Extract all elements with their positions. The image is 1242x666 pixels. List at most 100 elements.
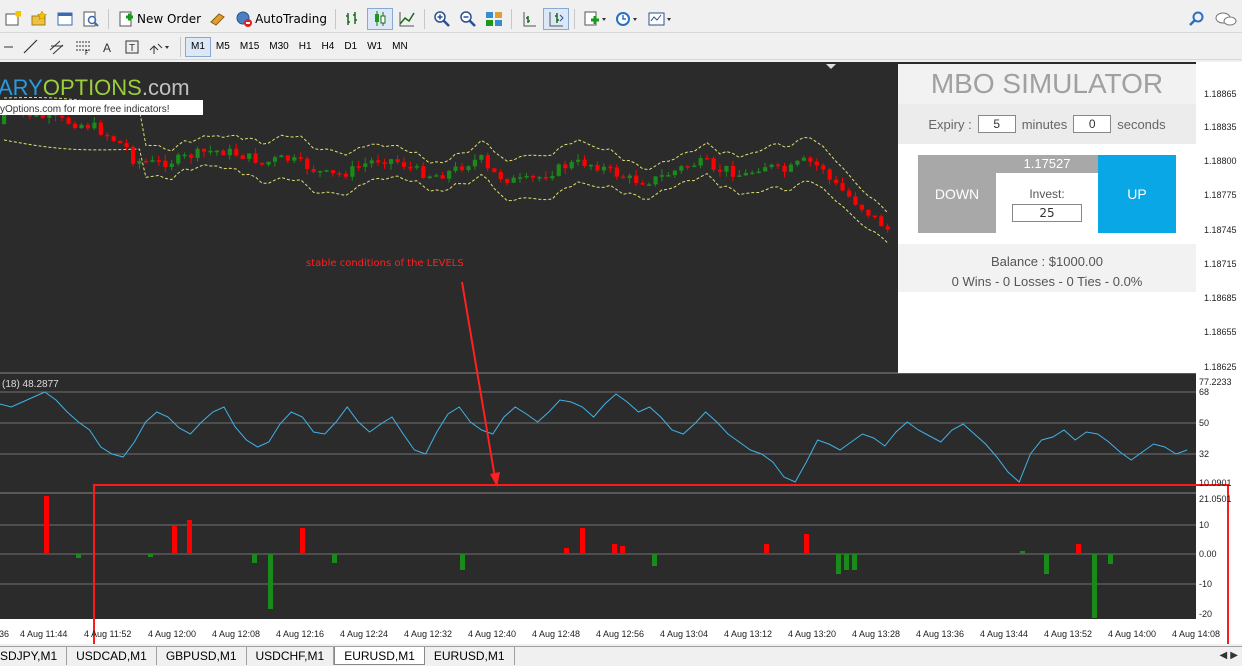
- up-button[interactable]: UP: [1098, 155, 1176, 233]
- channel-button[interactable]: [45, 36, 69, 58]
- candle-body: [79, 124, 84, 129]
- candle-body: [318, 171, 323, 173]
- timeframe-h4[interactable]: H4: [317, 37, 340, 57]
- time-tick-label: 4 Aug 12:32: [404, 629, 452, 639]
- timeframe-h1[interactable]: H1: [294, 37, 317, 57]
- time-tick-label: 4 Aug 14:08: [1172, 629, 1220, 639]
- profiles-button[interactable]: [27, 8, 51, 30]
- zoom-in-button[interactable]: [430, 8, 454, 30]
- candle-body: [711, 158, 716, 170]
- periods-button[interactable]: [612, 8, 642, 30]
- timeframe-d1[interactable]: D1: [339, 37, 362, 57]
- histogram-bar: [172, 526, 177, 554]
- candle-body: [111, 136, 116, 141]
- trendline-button[interactable]: [19, 36, 43, 58]
- candle-body: [750, 172, 755, 175]
- tab-usdcad[interactable]: USDCAD,M1: [67, 647, 157, 665]
- market-watch-button[interactable]: [53, 8, 77, 30]
- time-tick-label: 4 Aug 11:52: [84, 629, 131, 639]
- time-tick-label: 4 Aug 14:00: [1108, 629, 1156, 639]
- histogram-bar: [300, 528, 305, 554]
- watermark-part1: ARY: [0, 75, 43, 100]
- templates-button[interactable]: [644, 8, 676, 30]
- text-button[interactable]: A: [97, 36, 119, 58]
- line-chart-button[interactable]: [395, 8, 419, 30]
- timeframe-m30[interactable]: M30: [264, 37, 293, 57]
- timeframe-mn[interactable]: MN: [387, 37, 413, 57]
- search-button[interactable]: [1185, 8, 1209, 30]
- time-tick-label: 4 Aug 12:48: [532, 629, 580, 639]
- candle-body: [453, 166, 458, 171]
- search-icon: [1189, 11, 1204, 26]
- candle-body: [743, 172, 748, 176]
- candle-body: [201, 148, 207, 152]
- candle-body: [60, 115, 65, 118]
- toolbar-separator: [423, 8, 425, 29]
- candle-body: [530, 175, 536, 178]
- watermark-part2: OPTIONS: [43, 75, 142, 100]
- tab-usdjpy[interactable]: SDJPY,M1: [0, 647, 68, 665]
- timeframe-m1[interactable]: M1: [185, 36, 211, 57]
- candle-body: [118, 140, 123, 144]
- bar-chart-button[interactable]: [341, 8, 365, 30]
- tab-eurusd[interactable]: EURUSD,M1: [425, 647, 515, 665]
- horizontal-line-icon: [4, 46, 13, 47]
- candle-body: [176, 154, 181, 164]
- candle-body: [363, 163, 368, 167]
- timeframe-m5[interactable]: M5: [211, 37, 235, 57]
- candle-body: [395, 159, 400, 163]
- histogram-bars: [44, 496, 1113, 618]
- tab-usdchf[interactable]: USDCHF,M1: [247, 647, 335, 665]
- expiry-seconds-input[interactable]: 0: [1073, 115, 1112, 133]
- timeframe-m15[interactable]: M15: [235, 37, 264, 57]
- candle-body: [814, 161, 819, 166]
- down-button[interactable]: DOWN: [918, 155, 996, 233]
- candle-body: [466, 166, 471, 171]
- autoscroll-button[interactable]: [542, 7, 569, 30]
- zoom-out-button[interactable]: [456, 8, 480, 30]
- timeframe-w1[interactable]: W1: [362, 37, 387, 57]
- tab-gbpusd[interactable]: GBPUSD,M1: [157, 647, 247, 665]
- fibonacci-icon: F: [76, 41, 90, 56]
- invest-input[interactable]: 25: [1012, 204, 1082, 222]
- metaeditor-button[interactable]: [206, 8, 230, 30]
- candle-body: [872, 215, 877, 218]
- candle-body: [763, 167, 768, 172]
- candle-body: [756, 171, 761, 174]
- histogram-bar: [1108, 554, 1113, 564]
- tab-scroll-arrows[interactable]: ◀ ▶: [1219, 650, 1238, 661]
- candlestick-button[interactable]: [366, 7, 393, 30]
- clock-icon: [615, 11, 637, 26]
- new-chart-button[interactable]: [1, 8, 25, 30]
- candle-body: [66, 117, 71, 124]
- zoom-in-icon: [434, 10, 450, 27]
- candle-body: [421, 166, 426, 179]
- histogram-bar: [1076, 544, 1081, 554]
- price-tick-label: 1.18865: [1204, 89, 1237, 99]
- fibonacci-button[interactable]: F: [71, 36, 95, 58]
- candle-body: [272, 157, 278, 162]
- data-window-button[interactable]: [79, 8, 103, 30]
- hline-button[interactable]: [1, 36, 17, 58]
- indicator2-tick-label: 21.0501: [1199, 494, 1232, 504]
- new-order-button[interactable]: New Order: [114, 8, 204, 30]
- candle-body: [498, 172, 503, 179]
- time-tick-label: 4 Aug 13:04: [660, 629, 708, 639]
- arrows-button[interactable]: [145, 36, 175, 58]
- tab-eurusd-active[interactable]: EURUSD,M1: [334, 647, 425, 665]
- chart-shift-marker[interactable]: [826, 64, 836, 69]
- seconds-label: seconds: [1117, 116, 1166, 132]
- expiry-minutes-input[interactable]: 5: [977, 115, 1016, 133]
- autotrading-button[interactable]: AutoTrading: [232, 8, 330, 30]
- chart-tabs: SDJPY,M1 USDCAD,M1 GBPUSD,M1 USDCHF,M1 E…: [0, 646, 1242, 666]
- chat-button[interactable]: [1211, 8, 1241, 30]
- candle-body: [608, 166, 613, 169]
- tile-windows-button[interactable]: [482, 8, 506, 30]
- chart-shift-button[interactable]: [517, 8, 541, 30]
- indicators-button[interactable]: [580, 8, 610, 30]
- histogram-bar: [612, 544, 617, 554]
- candle-body: [588, 164, 594, 167]
- expiry-label: Expiry :: [928, 116, 972, 132]
- text-label-button[interactable]: T: [121, 36, 143, 58]
- candle-body: [240, 155, 245, 159]
